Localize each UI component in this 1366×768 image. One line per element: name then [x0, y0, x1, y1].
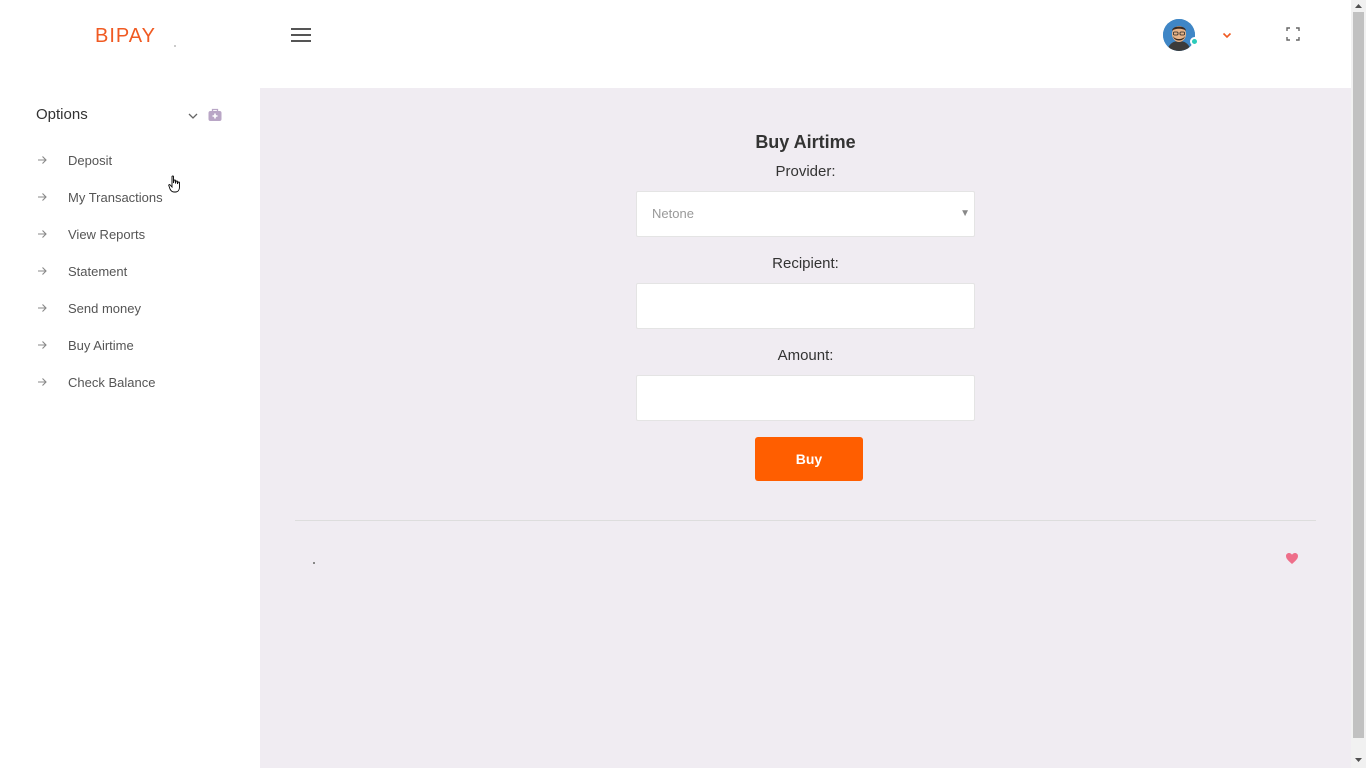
sidebar-item-label: Send money	[68, 300, 141, 316]
footer-divider	[295, 520, 1316, 521]
top-header: BIPAY	[0, 0, 1351, 88]
sidebar-item-label: Statement	[68, 263, 128, 279]
hamburger-line	[291, 40, 311, 42]
vertical-scrollbar[interactable]	[1351, 0, 1366, 768]
sidebar-item-label: My Transactions	[68, 189, 163, 205]
fullscreen-icon[interactable]	[1286, 27, 1300, 41]
recipient-input[interactable]	[636, 283, 975, 329]
sidebar-item-send-money[interactable]: Send money	[36, 296, 236, 320]
sidebar-item-view-reports[interactable]: View Reports	[36, 222, 236, 246]
provider-label: Provider:	[775, 163, 836, 180]
sidebar-item-check-balance[interactable]: Check Balance	[36, 370, 236, 394]
main-content: Buy Airtime Provider: Netone ▼ Recipient…	[260, 88, 1351, 768]
medkit-icon[interactable]	[207, 107, 223, 123]
arrow-right-icon	[38, 230, 47, 238]
sidebar-item-statement[interactable]: Statement	[36, 259, 236, 283]
avatar[interactable]	[1163, 19, 1195, 51]
arrow-right-icon	[38, 304, 47, 312]
caret-down-icon: ▼	[960, 208, 970, 219]
recipient-label: Recipient:	[772, 255, 839, 272]
sidebar-title: Options	[36, 106, 88, 123]
provider-select[interactable]: Netone ▼	[636, 191, 975, 237]
logo-dot	[174, 45, 176, 47]
arrow-right-icon	[38, 378, 47, 386]
scroll-down-icon[interactable]	[1354, 756, 1363, 764]
amount-label: Amount:	[777, 347, 834, 364]
amount-input[interactable]	[636, 375, 975, 421]
arrow-right-icon	[38, 341, 47, 349]
hamburger-line	[291, 34, 311, 36]
online-status-dot	[1190, 37, 1199, 46]
arrow-right-icon	[38, 193, 47, 201]
sidebar-item-label: Deposit	[68, 152, 113, 168]
provider-selected-value: Netone	[652, 206, 694, 221]
hamburger-line	[291, 28, 311, 30]
sidebar-item-my-transactions[interactable]: My Transactions	[36, 185, 236, 209]
user-face-icon	[1163, 19, 1195, 51]
footer-dot	[313, 562, 315, 564]
sidebar-item-deposit[interactable]: Deposit	[36, 148, 236, 172]
buy-button[interactable]: Buy	[755, 437, 863, 481]
bipay-logo[interactable]: BIPAY	[95, 25, 156, 48]
sidebar-item-label: Buy Airtime	[68, 337, 134, 353]
sidebar-item-label: View Reports	[68, 226, 146, 242]
sidebar-item-buy-airtime[interactable]: Buy Airtime	[36, 333, 236, 357]
arrow-right-icon	[38, 267, 47, 275]
scroll-up-icon[interactable]	[1354, 2, 1363, 10]
chevron-down-icon[interactable]	[1220, 28, 1234, 42]
arrow-right-icon	[38, 156, 47, 164]
sidebar-item-label: Check Balance	[68, 374, 156, 390]
chevron-down-icon[interactable]	[187, 109, 199, 121]
page-title: Buy Airtime	[755, 132, 856, 152]
heart-icon	[1285, 552, 1299, 565]
sidebar: Options Deposit My Transactions View Rep…	[0, 88, 260, 768]
scrollbar-thumb[interactable]	[1353, 12, 1364, 738]
hamburger-icon[interactable]	[291, 28, 311, 42]
